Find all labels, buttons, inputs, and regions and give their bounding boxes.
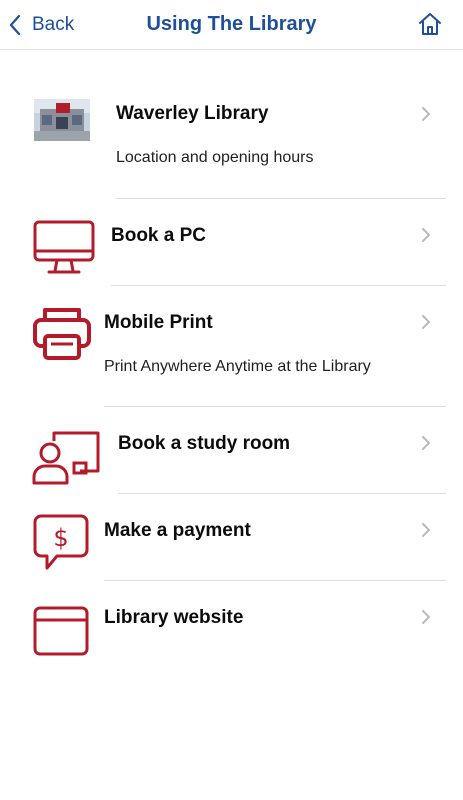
home-icon[interactable] — [417, 11, 443, 37]
item-label: Mobile Print — [104, 312, 213, 333]
item-label: Waverley Library — [116, 103, 269, 124]
chevron-right-icon — [422, 610, 430, 624]
svg-text:$: $ — [53, 524, 68, 552]
chevron-right-icon — [422, 228, 430, 242]
chevron-right-icon — [422, 315, 430, 329]
printer-icon — [33, 308, 91, 360]
list-item-make-a-payment[interactable]: $ Make a payment — [0, 494, 463, 580]
chevron-right-icon — [422, 523, 430, 537]
list-item-mobile-print[interactable]: Mobile Print Print Anywhere Anytime at t… — [0, 286, 463, 406]
item-subtitle: Print Anywhere Anytime at the Library — [104, 358, 371, 375]
item-label: Book a study room — [118, 433, 291, 454]
item-label: Book a PC — [111, 225, 207, 246]
item-subtitle: Location and opening hours — [116, 149, 314, 166]
chevron-right-icon — [422, 436, 430, 450]
list-item-book-a-study-room[interactable]: Book a study room — [0, 407, 463, 493]
monitor-icon — [33, 220, 95, 274]
list-item-waverley-library[interactable]: Waverley Library Location and opening ho… — [0, 80, 463, 198]
payment-icon: $ — [33, 514, 89, 570]
page-title: Using The Library — [146, 13, 317, 35]
item-label: Library website — [104, 607, 244, 628]
browser-window-icon — [33, 606, 89, 656]
list-item-library-website[interactable]: Library website — [0, 581, 463, 667]
navigation-bar: Back Using The Library — [0, 0, 463, 50]
list-item-book-a-pc[interactable]: Book a PC — [0, 199, 463, 285]
library-photo — [34, 99, 90, 141]
item-label: Make a payment — [104, 520, 251, 541]
study-room-icon — [32, 431, 100, 485]
chevron-right-icon — [422, 107, 430, 121]
